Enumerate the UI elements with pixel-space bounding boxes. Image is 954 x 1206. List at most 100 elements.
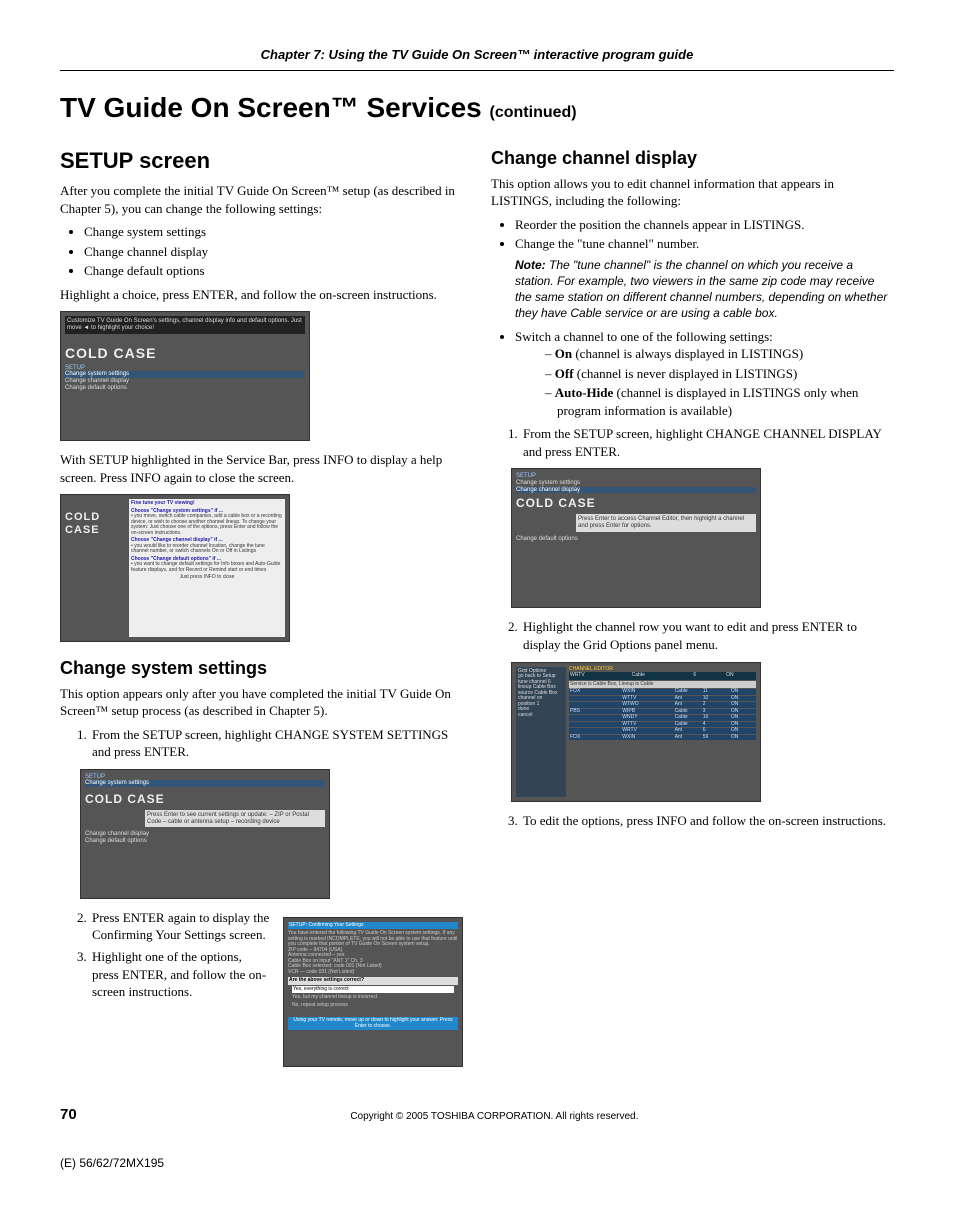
shot-menu-item: Change system settings	[85, 780, 325, 787]
confirm-opt: Yes, everything is correct	[292, 986, 454, 994]
grid-cell: ON	[731, 702, 755, 708]
cold-case-logo: COLD CASE	[65, 346, 305, 361]
grid-row: WNDYCable16ON	[569, 715, 756, 721]
two-column-layout: SETUP screen After you complete the init…	[60, 144, 894, 1077]
grid-cell: FOX	[570, 735, 618, 741]
css-steps-cont: Press ENTER again to display the Confirm…	[60, 909, 271, 1005]
step-item: Highlight the channel row you want to ed…	[521, 618, 894, 653]
page-title-main: TV Guide On Screen™ Services	[60, 92, 490, 123]
grid-cell: WNDY	[622, 715, 670, 721]
step-item: From the SETUP screen, highlight CHANGE …	[90, 726, 463, 761]
grid-cell	[570, 722, 618, 728]
grid-cell: WXIN	[622, 689, 670, 695]
screenshot-grid-options: Grid Options go back to Setup tune chann…	[511, 662, 761, 802]
note-body: The "tune channel" is the channel on whi…	[515, 258, 887, 321]
grid-cell: 4	[703, 722, 727, 728]
shot-menu-item: Change default options	[85, 838, 325, 845]
step-item: Press ENTER again to display the Confirm…	[90, 909, 271, 944]
shot-menu-item: Change channel display	[65, 378, 305, 385]
ccd-intro: This option allows you to edit channel i…	[491, 175, 894, 210]
grid-cell: 6	[703, 728, 727, 734]
grid-row: WTWOAnt2ON	[569, 702, 756, 708]
shot-tip: Press Enter to see current settings or u…	[145, 810, 325, 827]
setup-bullet-list: Change system settings Change channel di…	[60, 223, 463, 280]
step-item: To edit the options, press INFO and foll…	[521, 812, 894, 830]
grid-head: Cable	[632, 673, 690, 679]
page-footer: 70 Copyright © 2005 TOSHIBA CORPORATION.…	[60, 1105, 894, 1125]
chapter-heading: Chapter 7: Using the TV Guide On Screen™…	[60, 40, 894, 71]
grid-cell: Cable	[675, 689, 699, 695]
screenshot-css-menu: SETUP Change system settings COLD CASE P…	[80, 769, 330, 899]
grid-cell: ON	[731, 735, 755, 741]
grid-cell: ON	[731, 715, 755, 721]
grid-row: FOX WXIN Cable 11 ON	[569, 689, 756, 695]
sub-item: – On (channel is always displayed in LIS…	[545, 345, 894, 363]
shot-menu-item: SETUP	[516, 473, 756, 480]
steps-with-side-image: Press ENTER again to display the Confirm…	[60, 909, 463, 1077]
help-text: • you would like to reorder channel loca…	[131, 544, 283, 555]
bullet-item: Change default options	[84, 262, 463, 280]
step-item: Highlight one of the options, press ENTE…	[90, 948, 271, 1001]
change-channel-display-heading: Change channel display	[491, 146, 894, 170]
shot-tip: Press Enter to access Channel Editor, th…	[576, 514, 756, 531]
grid-row: FOXWXINAnt59ON	[569, 735, 756, 741]
help-close: Just press INFO to close	[131, 575, 283, 581]
cold-case-logo: COLD CASE	[516, 497, 756, 510]
bullet-item: Reorder the position the channels appear…	[515, 216, 894, 234]
grid-cell: 59	[703, 735, 727, 741]
left-column: SETUP screen After you complete the init…	[60, 144, 463, 1077]
grid-panel: cancel	[518, 713, 564, 719]
grid-cell: 2	[703, 702, 727, 708]
page-title-continued: (continued)	[490, 104, 577, 121]
grid-cell: WTWO	[622, 702, 670, 708]
sub-bold: Auto-Hide	[555, 385, 614, 400]
setup-info-hint: With SETUP highlighted in the Service Ba…	[60, 451, 463, 486]
bullet-text: Change the "tune channel" number.	[515, 236, 699, 251]
sub-bullets: – On (channel is always displayed in LIS…	[515, 345, 894, 419]
confirm-opt: No, repeat setup process	[288, 1002, 458, 1010]
shot-menu-item: Change system settings	[65, 371, 305, 378]
ccd-steps-final: To edit the options, press INFO and foll…	[491, 812, 894, 830]
sub-rest: (channel is never displayed in LISTINGS)	[574, 366, 798, 381]
grid-cell	[570, 715, 618, 721]
shot-menu-item: Change channel display	[85, 831, 325, 838]
shot-menu-item: Change system settings	[516, 480, 756, 487]
grid-cell: 11	[703, 689, 727, 695]
grid-row: WRTVAnt6ON	[569, 728, 756, 734]
setup-screen-heading: SETUP screen	[60, 146, 463, 176]
grid-row: WTTVAnt10ON	[569, 696, 756, 702]
bullet-item: Change system settings	[84, 223, 463, 241]
css-steps: From the SETUP screen, highlight CHANGE …	[60, 726, 463, 761]
grid-cell: 16	[703, 715, 727, 721]
bullet-item: Change channel display	[84, 243, 463, 261]
grid-row: WTTVCable4ON	[569, 722, 756, 728]
confirm-opt: Yes, but my channel lineup is incorrect	[288, 994, 458, 1002]
ccd-bullets: Reorder the position the channels appear…	[491, 216, 894, 420]
grid-cell: Ant	[675, 735, 699, 741]
sub-bold: On	[555, 346, 572, 361]
grid-cell: FOX	[570, 689, 618, 695]
step-item: From the SETUP screen, highlight CHANGE …	[521, 425, 894, 460]
shot-menu-item: Change default options	[516, 536, 756, 543]
right-column: Change channel display This option allow…	[491, 144, 894, 1077]
screenshot-setup-menu: Customize TV Guide On Screen's settings,…	[60, 311, 310, 441]
note-label: Note:	[515, 258, 546, 272]
grid-cell: ON	[731, 689, 755, 695]
help-text: • you want to change default settings fo…	[131, 562, 283, 573]
ccd-steps-cont: Highlight the channel row you want to ed…	[491, 618, 894, 653]
shot-tip-box: Customize TV Guide On Screen's settings,…	[65, 316, 305, 333]
document-code: (E) 56/62/72MX195	[60, 1155, 894, 1171]
change-system-settings-heading: Change system settings	[60, 656, 463, 680]
cold-case-logo: COLD CASE	[65, 511, 125, 535]
note-block: Note: The "tune channel" is the channel …	[515, 257, 894, 322]
copyright: Copyright © 2005 TOSHIBA CORPORATION. Al…	[95, 1110, 894, 1124]
shot-menu-item: Change default options	[65, 385, 305, 392]
sub-item: – Off (channel is never displayed in LIS…	[545, 365, 894, 383]
screenshot-ccd-menu: SETUP Change system settings Change chan…	[511, 468, 761, 608]
setup-intro: After you complete the initial TV Guide …	[60, 182, 463, 217]
confirm-body: You have entered the following TV Guide …	[288, 931, 458, 975]
shot-menu-item: SETUP	[65, 365, 305, 372]
bullet-item: Change the "tune channel" number. Note: …	[515, 235, 894, 321]
sub-bold: Off	[555, 366, 574, 381]
confirm-question: Are the above settings correct?	[288, 977, 458, 985]
